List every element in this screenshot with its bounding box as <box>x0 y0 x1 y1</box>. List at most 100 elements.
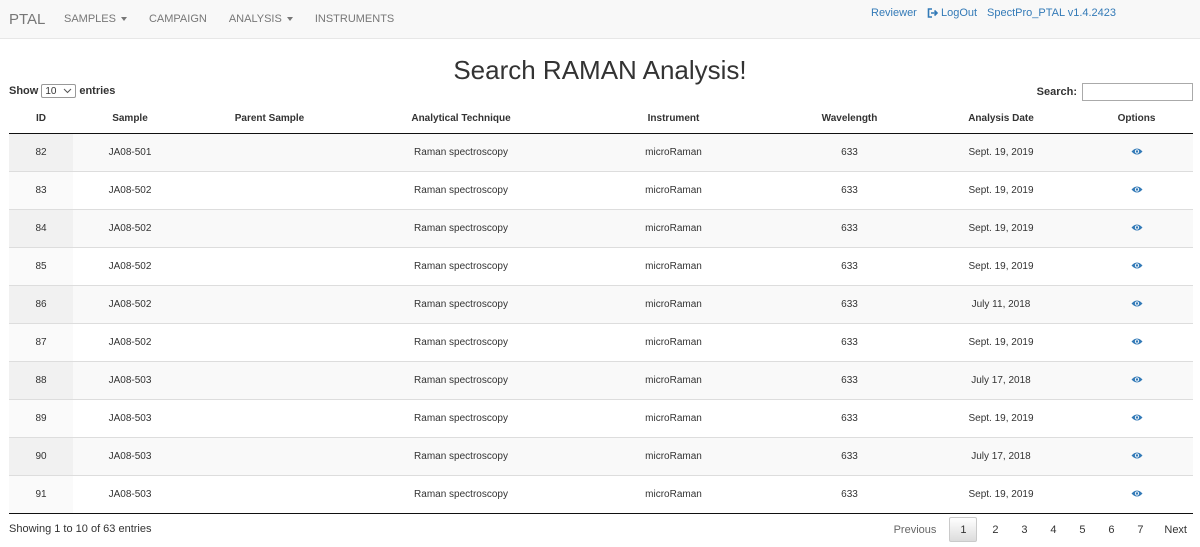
table-body: 82 JA08-501 Raman spectroscopy microRama… <box>9 132 1193 514</box>
column-header-instrument[interactable]: Instrument <box>570 105 777 134</box>
pagination-page-3-button[interactable]: 3 <box>1013 517 1035 542</box>
cell-instrument: microRaman <box>570 246 777 285</box>
table-search: Search: <box>1037 83 1193 101</box>
user-link[interactable]: Reviewer <box>871 7 917 19</box>
cell-parent-sample <box>187 170 352 209</box>
cell-sample: JA08-502 <box>73 208 187 247</box>
cell-sample: JA08-503 <box>73 398 187 437</box>
table-row: 83 JA08-502 Raman spectroscopy microRama… <box>9 170 1193 209</box>
table-row: 89 JA08-503 Raman spectroscopy microRama… <box>9 398 1193 437</box>
cell-instrument: microRaman <box>570 360 777 399</box>
cell-options <box>1080 208 1193 247</box>
cell-sample: JA08-502 <box>73 322 187 361</box>
cell-parent-sample <box>187 246 352 285</box>
cell-analysis-date: Sept. 19, 2019 <box>922 208 1080 247</box>
cell-technique: Raman spectroscopy <box>352 322 570 361</box>
cell-options <box>1080 398 1193 437</box>
search-input[interactable] <box>1082 83 1193 101</box>
cell-options <box>1080 284 1193 323</box>
pagination-page-6-button[interactable]: 6 <box>1100 517 1122 542</box>
eye-icon[interactable] <box>1131 337 1143 346</box>
cell-technique: Raman spectroscopy <box>352 284 570 323</box>
eye-icon[interactable] <box>1131 223 1143 232</box>
pagination-page-1-button[interactable]: 1 <box>949 517 978 542</box>
cell-wavelength: 633 <box>777 474 922 514</box>
page-title: Search RAMAN Analysis! <box>453 55 747 85</box>
cell-parent-sample <box>187 360 352 399</box>
column-header-wavelength[interactable]: Wavelength <box>777 105 922 134</box>
cell-id: 84 <box>9 208 73 247</box>
column-header-analytical-technique[interactable]: Analytical Technique <box>352 105 570 134</box>
pagination-page-5-button[interactable]: 5 <box>1071 517 1093 542</box>
table-row: 87 JA08-502 Raman spectroscopy microRama… <box>9 322 1193 361</box>
table-row: 90 JA08-503 Raman spectroscopy microRama… <box>9 436 1193 475</box>
cell-instrument: microRaman <box>570 322 777 361</box>
column-header-analysis-date[interactable]: Analysis Date <box>922 105 1080 134</box>
cell-technique: Raman spectroscopy <box>352 246 570 285</box>
pagination-page-4-button[interactable]: 4 <box>1042 517 1064 542</box>
entries-select[interactable]: 10 <box>41 84 77 98</box>
cell-parent-sample <box>187 132 352 171</box>
table-row: 84 JA08-502 Raman spectroscopy microRama… <box>9 208 1193 247</box>
cell-wavelength: 633 <box>777 132 922 171</box>
version-link[interactable]: SpectPro_PTAL v1.4.2423 <box>987 7 1116 19</box>
entries-select-value: 10 <box>45 85 57 97</box>
cell-analysis-date: Sept. 19, 2019 <box>922 132 1080 171</box>
cell-sample: JA08-502 <box>73 246 187 285</box>
eye-icon[interactable] <box>1131 299 1143 308</box>
cell-technique: Raman spectroscopy <box>352 208 570 247</box>
search-label: Search: <box>1036 86 1077 98</box>
cell-id: 89 <box>9 398 73 437</box>
cell-id: 85 <box>9 246 73 285</box>
cell-instrument: microRaman <box>570 284 777 323</box>
cell-options <box>1080 170 1193 209</box>
cell-technique: Raman spectroscopy <box>352 360 570 399</box>
cell-analysis-date: July 11, 2018 <box>922 284 1080 323</box>
column-header-sample[interactable]: Sample <box>73 105 187 134</box>
logout-link[interactable]: LogOut <box>927 7 977 19</box>
cell-wavelength: 633 <box>777 398 922 437</box>
table-header-row: ID Sample Parent Sample Analytical Techn… <box>9 105 1193 134</box>
table-info: Showing 1 to 10 of 63 entries <box>9 523 152 535</box>
table-row: 91 JA08-503 Raman spectroscopy microRama… <box>9 474 1193 514</box>
cell-options <box>1080 322 1193 361</box>
pagination-previous-button[interactable]: Previous <box>888 517 943 542</box>
eye-icon[interactable] <box>1131 147 1143 156</box>
cell-analysis-date: July 17, 2018 <box>922 360 1080 399</box>
eye-icon[interactable] <box>1131 489 1143 498</box>
eye-icon[interactable] <box>1131 261 1143 270</box>
pagination-page-2-button[interactable]: 2 <box>984 517 1006 542</box>
table-row: 85 JA08-502 Raman spectroscopy microRama… <box>9 246 1193 285</box>
cell-parent-sample <box>187 284 352 323</box>
cell-id: 90 <box>9 436 73 475</box>
cell-analysis-date: Sept. 19, 2019 <box>922 170 1080 209</box>
cell-sample: JA08-503 <box>73 360 187 399</box>
cell-options <box>1080 132 1193 171</box>
eye-icon[interactable] <box>1131 375 1143 384</box>
cell-options <box>1080 246 1193 285</box>
cell-id: 91 <box>9 474 73 514</box>
cell-sample: JA08-503 <box>73 436 187 475</box>
pagination-next-button[interactable]: Next <box>1158 517 1193 542</box>
cell-instrument: microRaman <box>570 474 777 514</box>
entries-label: entries <box>79 85 116 97</box>
eye-icon[interactable] <box>1131 413 1143 422</box>
cell-wavelength: 633 <box>777 436 922 475</box>
pagination-page-7-button[interactable]: 7 <box>1129 517 1151 542</box>
eye-icon[interactable] <box>1131 185 1143 194</box>
cell-instrument: microRaman <box>570 208 777 247</box>
cell-analysis-date: Sept. 19, 2019 <box>922 322 1080 361</box>
cell-analysis-date: Sept. 19, 2019 <box>922 474 1080 514</box>
eye-icon[interactable] <box>1131 451 1143 460</box>
show-label: Show <box>9 85 39 97</box>
nav-right: Reviewer LogOut SpectPro_PTAL v1.4.2423 <box>0 7 1200 21</box>
cell-wavelength: 633 <box>777 170 922 209</box>
cell-id: 87 <box>9 322 73 361</box>
navbar: PTAL SAMPLES CAMPAIGN ANALYSIS INSTRUMEN… <box>0 0 1200 39</box>
cell-wavelength: 633 <box>777 284 922 323</box>
column-header-id[interactable]: ID <box>9 105 73 134</box>
column-header-parent-sample[interactable]: Parent Sample <box>187 105 352 134</box>
cell-options <box>1080 436 1193 475</box>
cell-analysis-date: Sept. 19, 2019 <box>922 398 1080 437</box>
cell-wavelength: 633 <box>777 246 922 285</box>
